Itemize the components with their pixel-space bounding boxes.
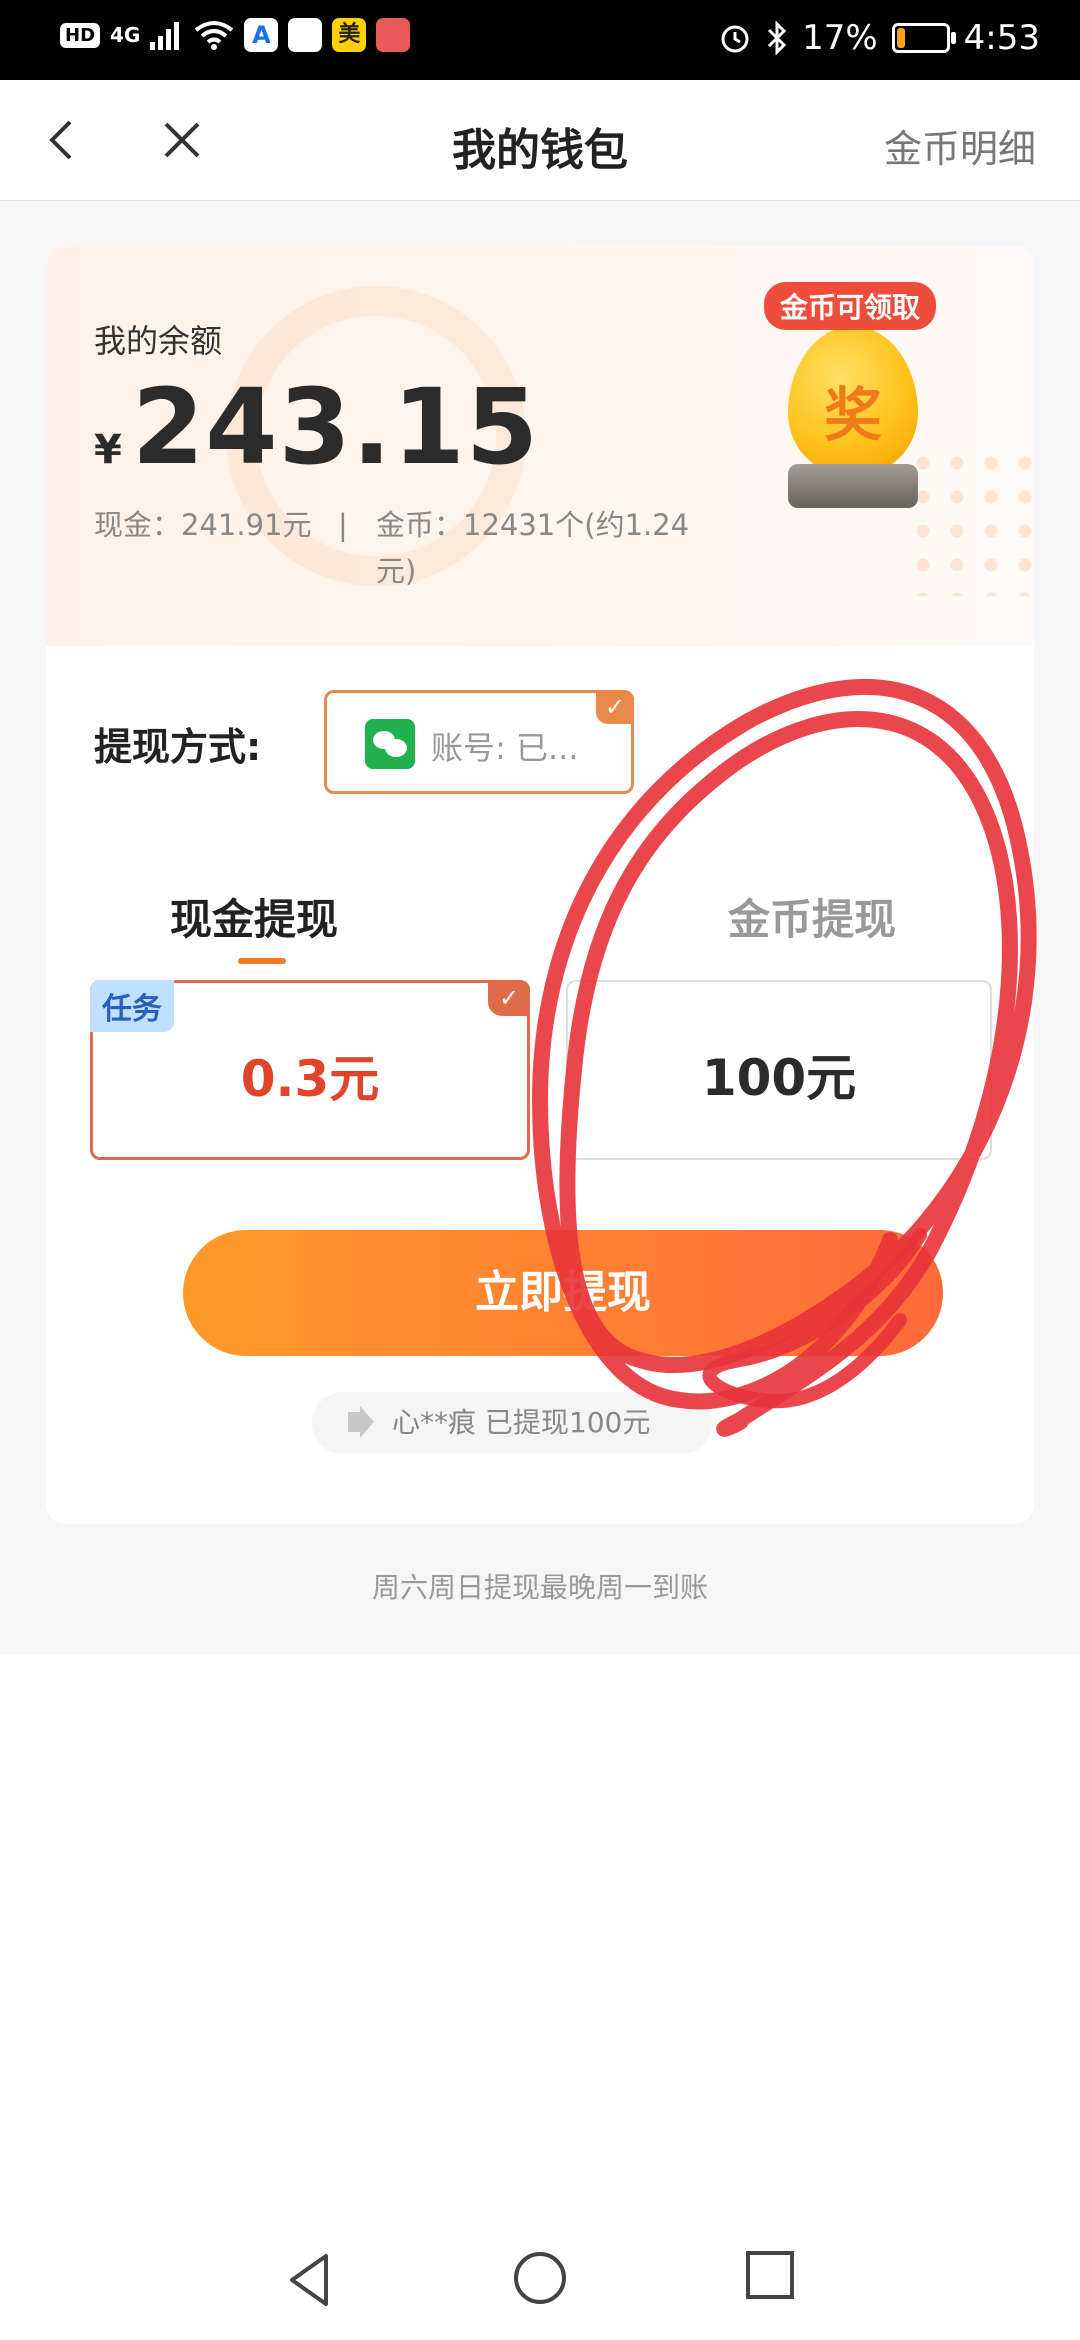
coin-details-link[interactable]: 金币明细	[884, 118, 1036, 173]
reader-app-icon	[376, 18, 411, 52]
network-type: 4G	[110, 23, 141, 47]
coin-balance: 金币：12431个(约1.24元)	[376, 508, 690, 588]
status-bar: HD 4G A 美 17% 4:53	[0, 0, 1080, 80]
wechat-icon	[365, 719, 415, 769]
egg-label: 奖	[823, 381, 882, 449]
amount-option-value: 0.3元	[240, 1050, 380, 1108]
notice-text: 心**痕 已提现100元	[392, 1406, 651, 1439]
signal-icon	[150, 22, 180, 50]
option-check-icon: ✓	[488, 980, 530, 1016]
hd-badge: HD	[60, 22, 101, 48]
app-icon-a: A	[244, 18, 279, 52]
amount-option-0-3[interactable]: 任务 ✓ 0.3元	[90, 980, 530, 1160]
account-text: 账号: 已...	[431, 729, 579, 767]
withdraw-now-button[interactable]: 立即提现	[183, 1230, 943, 1356]
nav-home-icon[interactable]	[512, 2250, 568, 2306]
amount-option-value: 100元	[701, 1049, 857, 1107]
nav-recents-icon[interactable]	[745, 2250, 795, 2300]
battery-icon	[891, 23, 956, 53]
withdraw-method-label: 提现方式:	[94, 725, 262, 769]
wallet-card: 我的余额 ¥ 243.15 现金：241.91元 | 金币：12431个(约1.…	[46, 246, 1034, 1524]
coins-claimable-badge[interactable]: 金币可领取	[764, 282, 937, 330]
currency-symbol: ¥	[94, 427, 122, 473]
alarm-icon	[721, 25, 749, 53]
tab-coin-withdraw[interactable]: 金币提现	[728, 886, 896, 947]
cash-balance: 现金：241.91元	[94, 508, 312, 542]
withdraw-notice-ticker: 心**痕 已提现100元	[312, 1392, 712, 1454]
battery-fill	[896, 28, 906, 48]
hand-app-icon	[288, 18, 323, 52]
task-badge: 任务	[90, 980, 174, 1032]
balance-amount: ¥ 243.15	[94, 366, 539, 488]
wifi-icon	[195, 21, 234, 50]
meituan-app-icon: 美	[332, 18, 367, 52]
balance-label: 我的余额	[94, 322, 223, 360]
status-bar-left: HD 4G A 美	[60, 18, 411, 52]
status-bar-right: 17% 4:53	[718, 18, 1040, 58]
clock: 4:53	[963, 18, 1040, 58]
bluetooth-icon	[768, 21, 787, 55]
wechat-method-selector[interactable]: 账号: 已... ✓	[324, 690, 634, 794]
egg-pedestal	[788, 464, 918, 508]
decorative-dots	[906, 446, 1034, 596]
balance-header: 我的余额 ¥ 243.15 现金：241.91元 | 金币：12431个(约1.…	[46, 246, 1034, 646]
system-nav-bar	[0, 2220, 1080, 2340]
selected-check-icon: ✓	[596, 690, 634, 724]
amount-option-100[interactable]: 100元	[566, 980, 992, 1160]
tab-cash-withdraw[interactable]: 现金提现	[170, 886, 338, 947]
balance-value: 243.15	[131, 366, 540, 488]
balance-separator: |	[338, 508, 348, 542]
arrival-footnote: 周六周日提现最晚周一到账	[371, 1571, 708, 1604]
nav-back-icon[interactable]	[284, 2250, 334, 2310]
nav-bar: 我的钱包 金币明细	[0, 80, 1080, 201]
golden-egg-icon[interactable]: 奖	[788, 326, 918, 476]
battery-percent: 17%	[802, 18, 878, 58]
speaker-icon	[348, 1406, 374, 1438]
active-tab-indicator	[238, 958, 286, 964]
